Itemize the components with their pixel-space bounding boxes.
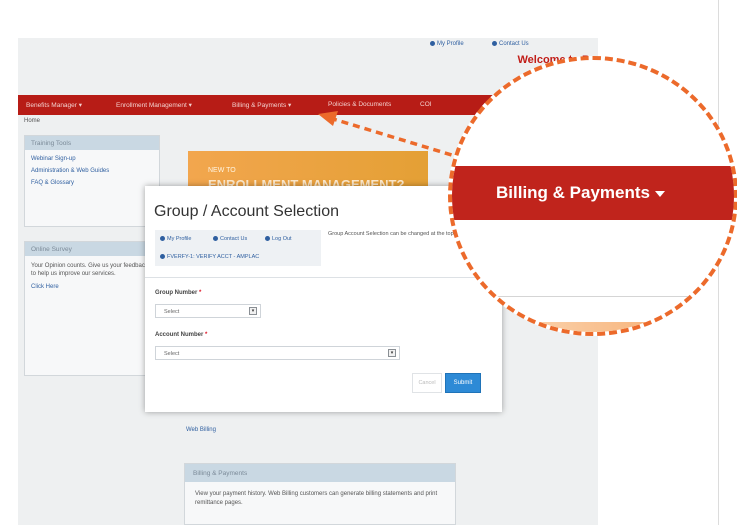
zoom-divider [452,296,734,297]
caret-down-icon [654,190,665,197]
zoom-billing-payments-menu[interactable]: Billing & Payments [496,183,665,203]
zoom-nav-bar: Billing & Payments [452,166,734,220]
zoom-callout: Billing & Payments [448,56,737,336]
